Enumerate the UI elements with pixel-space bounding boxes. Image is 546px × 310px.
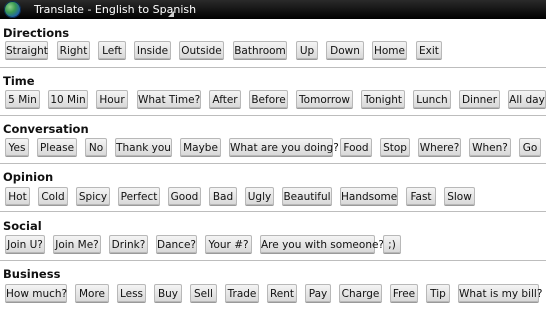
phrase-button[interactable]: Before — [249, 90, 288, 108]
globe-icon — [4, 1, 21, 18]
phrase-button[interactable]: When? — [469, 138, 511, 156]
menu-indicator-icon[interactable] — [168, 11, 174, 17]
phrase-button[interactable]: Charge — [339, 284, 382, 302]
phrase-button[interactable]: Buy — [154, 284, 182, 302]
phrase-button[interactable]: Go — [519, 138, 541, 156]
phrase-button[interactable]: Drink? — [109, 235, 148, 253]
section-social: Social Join U? Join Me? Drink? Dance? Yo… — [0, 219, 546, 261]
phrase-button[interactable]: Up — [296, 41, 318, 59]
phrase-button[interactable]: Trade — [225, 284, 259, 302]
phrase-button[interactable]: Maybe — [180, 138, 221, 156]
phrase-button[interactable]: What Time? — [137, 90, 201, 108]
phrase-button[interactable]: Spicy — [76, 187, 110, 205]
phrase-button[interactable]: Bathroom — [233, 41, 287, 59]
section-title: Social — [3, 219, 42, 233]
phrase-button[interactable]: Are you with someone? — [260, 235, 384, 253]
phrase-button[interactable]: Less — [117, 284, 146, 302]
phrase-button[interactable]: Outside — [179, 41, 224, 59]
phrase-button[interactable]: More — [75, 284, 109, 302]
section-title: Time — [3, 74, 35, 88]
phrase-button[interactable]: Straight — [5, 41, 48, 59]
phrase-button[interactable]: Please — [37, 138, 77, 156]
phrase-button[interactable]: Handsome — [340, 187, 398, 205]
section-time: Time 5 Min 10 Min Hour What Time? After … — [0, 74, 546, 116]
phrase-button[interactable]: Beautiful — [282, 187, 332, 205]
phrase-button[interactable]: 5 Min — [5, 90, 40, 108]
phrase-button[interactable]: Ugly — [245, 187, 274, 205]
phrase-button[interactable]: Perfect — [118, 187, 160, 205]
section-conversation: Conversation Yes Please No Thank you May… — [0, 122, 546, 164]
section-divider — [0, 260, 546, 261]
phrase-button[interactable]: What are you doing? — [229, 138, 339, 156]
section-business: Business How much? More Less Buy Sell Tr… — [0, 267, 546, 309]
phrase-button[interactable]: Hot — [5, 187, 30, 205]
phrase-button[interactable]: Free — [390, 284, 418, 302]
phrase-button[interactable]: No — [85, 138, 107, 156]
phrase-button[interactable]: Food — [340, 138, 372, 156]
phrase-button[interactable]: Slow — [444, 187, 475, 205]
section-title: Directions — [3, 26, 70, 40]
phrase-button[interactable]: Tomorrow — [296, 90, 353, 108]
section-divider — [0, 163, 546, 164]
phrase-button[interactable]: After — [209, 90, 241, 108]
section-title: Opinion — [3, 170, 54, 184]
section-directions: Directions Straight Right Left Inside Ou… — [0, 26, 546, 68]
section-divider — [0, 67, 546, 68]
section-title: Business — [3, 267, 61, 281]
phrase-button[interactable]: Your #? — [205, 235, 252, 253]
phrase-button[interactable]: Dance? — [156, 235, 197, 253]
section-opinion: Opinion Hot Cold Spicy Perfect Good Bad … — [0, 170, 546, 212]
phrase-button[interactable]: Right — [57, 41, 90, 59]
phrase-button[interactable]: Stop — [380, 138, 410, 156]
phrase-button[interactable]: Join Me? — [53, 235, 101, 253]
section-divider — [0, 115, 546, 116]
phrase-button[interactable]: Lunch — [413, 90, 451, 108]
phrase-button[interactable]: Tip — [426, 284, 450, 302]
section-divider — [0, 211, 546, 212]
phrase-button[interactable]: Home — [372, 41, 407, 59]
phrase-button[interactable]: Pay — [305, 284, 331, 302]
phrase-button[interactable]: Fast — [406, 187, 436, 205]
phrase-button[interactable]: Down — [326, 41, 364, 59]
phrase-button[interactable]: Exit — [416, 41, 442, 59]
phrase-button[interactable]: Join U? — [5, 235, 45, 253]
phrase-button[interactable]: Left — [98, 41, 126, 59]
phrase-button[interactable]: Good — [168, 187, 201, 205]
phrase-button[interactable]: Cold — [38, 187, 68, 205]
phrase-button[interactable]: All day — [508, 90, 546, 108]
phrase-button[interactable]: 10 Min — [48, 90, 88, 108]
phrase-button[interactable]: Yes — [5, 138, 29, 156]
phrase-button[interactable]: Rent — [267, 284, 297, 302]
phrase-button[interactable]: Dinner — [459, 90, 500, 108]
phrase-button[interactable]: ;) — [383, 235, 401, 253]
phrase-button[interactable]: Hour — [96, 90, 128, 108]
phrase-button[interactable]: Tonight — [361, 90, 405, 108]
phrase-button[interactable]: What is my bill? — [458, 284, 542, 302]
title-bar: Translate - English to Spanish — [0, 0, 546, 19]
phrase-button[interactable]: Sell — [190, 284, 217, 302]
phrase-button[interactable]: Bad — [209, 187, 237, 205]
section-title: Conversation — [3, 122, 89, 136]
phrase-button[interactable]: Inside — [134, 41, 171, 59]
phrase-button[interactable]: Where? — [418, 138, 461, 156]
phrase-button[interactable]: How much? — [5, 284, 67, 302]
phrase-button[interactable]: Thank you — [115, 138, 172, 156]
